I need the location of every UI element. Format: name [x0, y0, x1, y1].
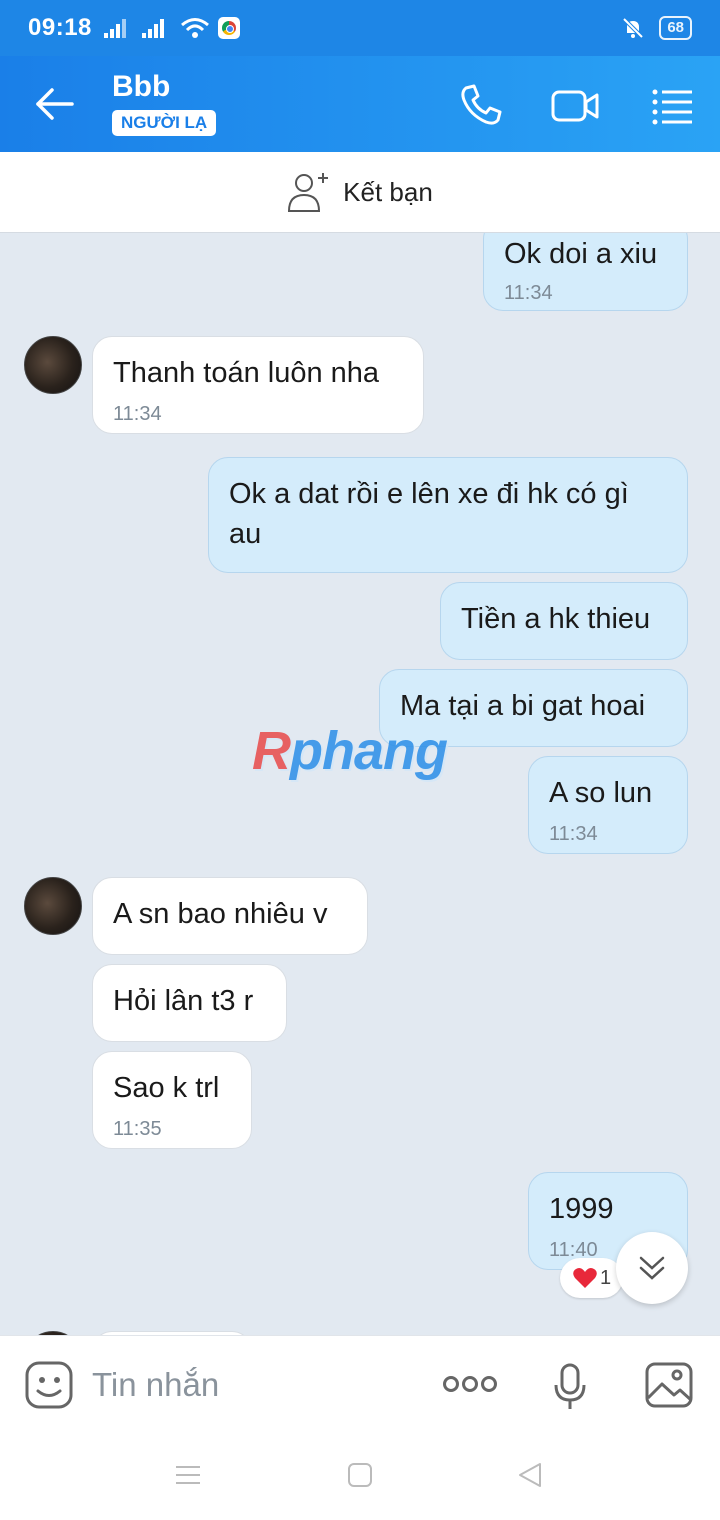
- message-bubble[interactable]: Tiền a hk thieu: [440, 582, 688, 660]
- message-text: A so lun: [549, 777, 653, 809]
- message-text: 1999: [549, 1193, 614, 1225]
- recent-apps-icon[interactable]: [174, 1461, 202, 1489]
- status-icons: [103, 17, 240, 39]
- avatar[interactable]: [24, 877, 82, 935]
- back-nav-icon[interactable]: [516, 1461, 544, 1489]
- mute-bell-icon: [622, 17, 644, 39]
- watermark-logo: Rphang: [252, 721, 448, 781]
- message-bubble[interactable]: A sn bao nhiêu v: [92, 877, 368, 955]
- message-time: 11:34: [504, 282, 553, 304]
- home-icon[interactable]: [346, 1461, 374, 1489]
- add-friend-label: Kết bạn: [343, 176, 433, 207]
- message-bubble[interactable]: A so lun 11:34: [528, 756, 688, 854]
- message-bubble[interactable]: Hỏi lân t3 r: [92, 964, 287, 1042]
- chrome-icon: [217, 17, 240, 39]
- chat-header: Bbb NGƯỜI LẠ: [0, 56, 720, 152]
- message-bubble[interactable]: Sao k trl 11:35: [92, 1051, 252, 1149]
- emoji-sticker-icon[interactable]: [24, 1360, 76, 1412]
- message-text: Ma tại a bi gat hoai: [400, 690, 646, 722]
- add-friend-bar[interactable]: Kết bạn: [0, 152, 720, 233]
- menu-list-icon[interactable]: [648, 80, 698, 130]
- message-bubble[interactable]: Ok a dat rồi e lên xe đi hk có gì au: [208, 457, 688, 573]
- scroll-to-bottom-button[interactable]: [616, 1232, 688, 1304]
- message-text: A sn bao nhiêu v: [113, 898, 328, 930]
- message-input[interactable]: Tin nhắn: [92, 1366, 219, 1404]
- signal-icon: [103, 19, 126, 38]
- wifi-icon: [180, 18, 209, 38]
- video-call-icon[interactable]: [550, 80, 600, 130]
- heart-icon: [573, 1268, 597, 1288]
- message-text: Ok a dat rồi e lên xe đi hk có gì: [229, 478, 629, 510]
- chat-area[interactable]: Ok doi a xiu 11:34 Thanh toán luôn nha 1…: [0, 233, 720, 1335]
- message-input-bar: Tin nhắn: [0, 1335, 720, 1436]
- message-text: Sao k trl: [113, 1072, 220, 1104]
- signal-icon-2: [141, 19, 164, 38]
- message-time: 11:34: [113, 403, 162, 425]
- image-gallery-icon[interactable]: [644, 1360, 696, 1410]
- stranger-badge: NGƯỜI LẠ: [112, 110, 217, 136]
- message-text: Tiền a hk thieu: [461, 603, 651, 635]
- back-arrow-icon[interactable]: [32, 82, 80, 126]
- double-chevron-down-icon: [639, 1256, 665, 1280]
- reaction-count: 1: [600, 1266, 612, 1289]
- battery-indicator: 68: [659, 16, 692, 40]
- contact-name[interactable]: Bbb: [112, 70, 170, 104]
- system-nav-bar: [0, 1435, 720, 1520]
- status-bar: 09:18 68: [0, 0, 720, 56]
- reaction-badge[interactable]: 1: [560, 1258, 624, 1298]
- message-bubble[interactable]: Thanh toán luôn nha 11:34: [92, 336, 424, 434]
- message-time: 11:34: [549, 823, 598, 845]
- phone-call-icon[interactable]: [456, 80, 506, 130]
- message-text: au: [229, 518, 262, 550]
- message-time: 11:35: [113, 1118, 162, 1140]
- add-user-icon: [288, 173, 329, 212]
- message-text: Thanh toán luôn nha: [113, 357, 380, 389]
- more-options-icon[interactable]: [442, 1374, 498, 1394]
- message-text: Hỏi lân t3 r: [113, 985, 254, 1017]
- microphone-icon[interactable]: [552, 1362, 588, 1412]
- message-text: Ok doi a xiu: [504, 238, 658, 270]
- message-bubble[interactable]: Ok doi a xiu 11:34: [483, 233, 688, 311]
- avatar[interactable]: [24, 336, 82, 394]
- status-time: 09:18: [28, 14, 92, 41]
